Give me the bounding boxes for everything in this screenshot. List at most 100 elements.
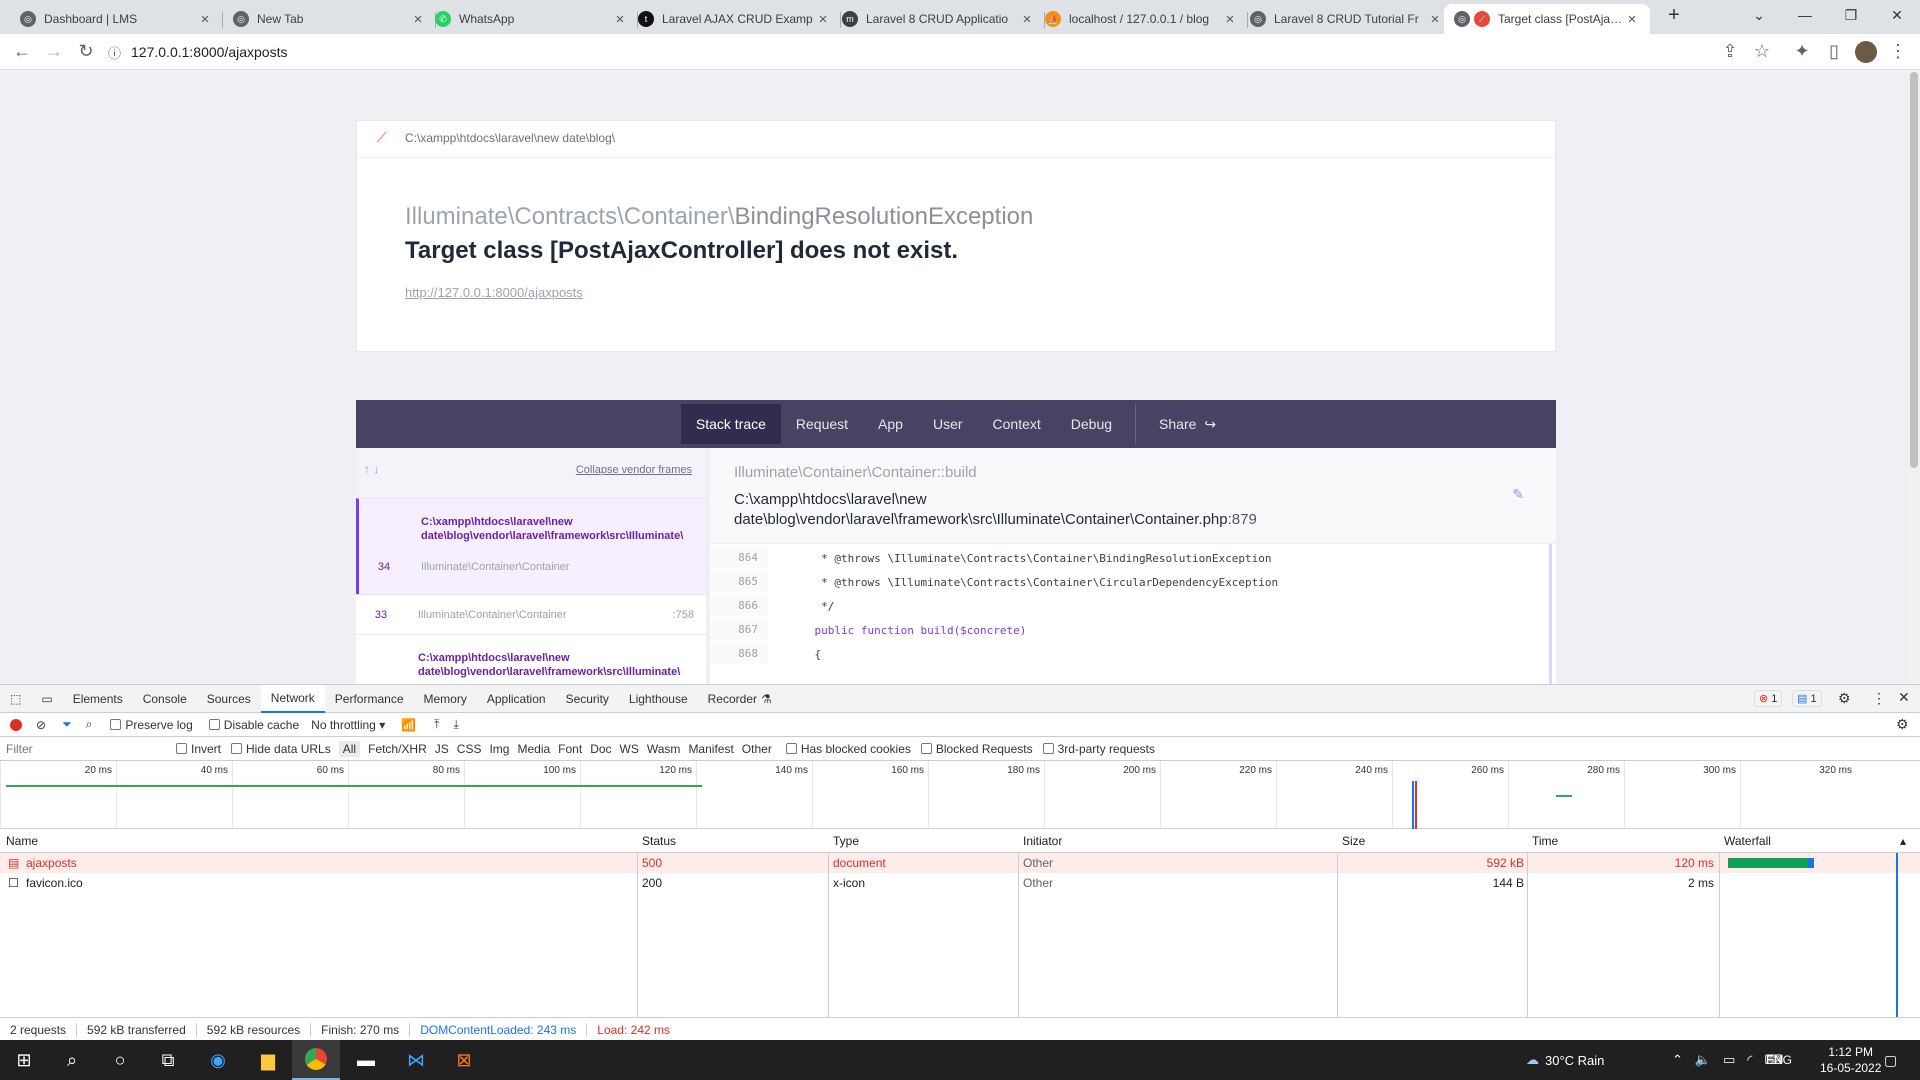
profile-avatar[interactable]: [1850, 36, 1882, 68]
message-count-badge[interactable]: ▤ 1: [1792, 690, 1822, 707]
stack-frame[interactable]: C:\xampp\htdocs\laravel\new date\blog\ve…: [356, 634, 706, 684]
file-explorer-icon[interactable]: ▆: [244, 1040, 292, 1080]
tab-laravel-8-crud-application[interactable]: m Laravel 8 CRUD Applicatio ×: [832, 4, 1045, 34]
type-filter-ws[interactable]: WS: [620, 742, 639, 756]
type-filter-manifest[interactable]: Manifest: [688, 742, 733, 756]
tab-debug[interactable]: Debug: [1056, 404, 1127, 444]
devtools-close-icon[interactable]: ✕: [1898, 689, 1910, 706]
address-bar[interactable]: ⓘ 127.0.0.1:8000/ajaxposts: [108, 37, 1768, 67]
tab-network[interactable]: Network: [260, 684, 325, 713]
edge-icon[interactable]: ◉: [194, 1040, 242, 1080]
type-filter-wasm[interactable]: Wasm: [647, 742, 681, 756]
column-header-waterfall[interactable]: Waterfall: [1724, 831, 1771, 851]
tab-context[interactable]: Context: [978, 404, 1056, 444]
type-filter-font[interactable]: Font: [558, 742, 582, 756]
device-toolbar-icon[interactable]: ▭: [31, 685, 62, 713]
back-icon[interactable]: ←: [6, 36, 38, 68]
clock[interactable]: 1:12 PM 16-05-2022: [1820, 1040, 1881, 1080]
throttling-select[interactable]: No throttling ▾: [311, 718, 385, 732]
column-header-time[interactable]: Time: [1532, 831, 1558, 851]
network-settings-icon[interactable]: ⚙: [1896, 716, 1909, 733]
column-header-initiator[interactable]: Initiator: [1023, 831, 1062, 851]
has-blocked-cookies-checkbox[interactable]: [785, 743, 797, 754]
restore-button[interactable]: ❐: [1828, 0, 1874, 30]
frame-nav-arrows-icon[interactable]: ↑ ↓: [364, 462, 379, 476]
record-icon[interactable]: [10, 718, 22, 731]
tab-request[interactable]: Request: [781, 404, 863, 444]
type-filter-media[interactable]: Media: [517, 742, 550, 756]
close-tab-icon[interactable]: ×: [815, 11, 831, 28]
blocked-requests-checkbox[interactable]: [920, 743, 932, 754]
tab-memory[interactable]: Memory: [414, 685, 477, 713]
tab-sources[interactable]: Sources: [197, 685, 261, 713]
volume-icon[interactable]: 🔈: [1695, 1052, 1711, 1068]
network-conditions-icon[interactable]: 📶: [401, 718, 416, 732]
request-name[interactable]: ajaxposts: [26, 853, 77, 873]
close-tab-icon[interactable]: ×: [612, 11, 628, 28]
side-panel-icon[interactable]: ▯: [1818, 36, 1850, 68]
inspect-element-icon[interactable]: ⬚: [0, 685, 31, 713]
import-har-icon[interactable]: ⤒: [434, 717, 439, 732]
tab-security[interactable]: Security: [556, 685, 619, 713]
tab-lighthouse[interactable]: Lighthouse: [619, 685, 698, 713]
tab-recorder[interactable]: Recorder ⚗: [698, 685, 782, 713]
third-party-requests-checkbox[interactable]: [1042, 743, 1054, 754]
type-filter-doc[interactable]: Doc: [590, 742, 611, 756]
notifications-icon[interactable]: ▢: [1884, 1040, 1897, 1080]
battery-icon[interactable]: ▭: [1723, 1052, 1735, 1068]
disable-cache-checkbox[interactable]: [208, 719, 220, 730]
tab-search-icon[interactable]: ⌄: [1736, 0, 1782, 30]
close-tab-icon[interactable]: ×: [1427, 11, 1443, 28]
type-filter-js[interactable]: JS: [435, 742, 449, 756]
preserve-log-checkbox[interactable]: [110, 719, 122, 730]
request-url-link[interactable]: http://127.0.0.1:8000/ajaxposts: [405, 285, 583, 300]
devtools-menu-icon[interactable]: ⋮: [1872, 690, 1886, 707]
close-tab-icon[interactable]: ×: [410, 11, 426, 28]
page-scrollbar[interactable]: [1908, 70, 1920, 684]
devtools-settings-icon[interactable]: ⚙: [1838, 690, 1851, 707]
extensions-icon[interactable]: ✦: [1786, 36, 1818, 68]
tab-elements[interactable]: Elements: [63, 685, 133, 713]
tab-phpmyadmin[interactable]: ⛵ localhost / 127.0.0.1 / blog ×: [1035, 4, 1248, 34]
share-button[interactable]: Share ↪: [1144, 404, 1231, 444]
close-tab-icon[interactable]: ×: [1019, 11, 1035, 28]
column-header-name[interactable]: Name: [6, 831, 38, 851]
task-view-icon[interactable]: ⧉: [144, 1040, 192, 1080]
filter-icon[interactable]: ⏷: [62, 717, 72, 732]
type-filter-other[interactable]: Other: [742, 742, 772, 756]
close-tab-icon[interactable]: ×: [1624, 11, 1640, 28]
forward-icon[interactable]: →: [38, 36, 70, 68]
vscode-icon[interactable]: ⋈: [392, 1040, 440, 1080]
tab-laravel-8-crud-tutorial[interactable]: ◎ Laravel 8 CRUD Tutorial Fr ×: [1240, 4, 1453, 34]
tab-app[interactable]: App: [863, 404, 918, 444]
search-icon[interactable]: ⌕: [86, 717, 93, 732]
filter-input[interactable]: [6, 741, 166, 756]
tab-new-tab[interactable]: ◎ New Tab ×: [223, 4, 436, 34]
tab-performance[interactable]: Performance: [325, 685, 414, 713]
type-filter-fetch-xhr[interactable]: Fetch/XHR: [368, 742, 427, 756]
minimize-button[interactable]: —: [1782, 0, 1828, 30]
chrome-icon[interactable]: [292, 1040, 340, 1080]
wifi-icon[interactable]: ◜: [1747, 1052, 1752, 1068]
close-tab-icon[interactable]: ×: [197, 11, 213, 28]
clear-icon[interactable]: ⊘: [36, 718, 46, 732]
tab-user[interactable]: User: [918, 404, 978, 444]
error-count-badge[interactable]: ⊗ 1: [1754, 690, 1783, 707]
tray-chevron-icon[interactable]: ⌃: [1672, 1052, 1683, 1068]
url-text[interactable]: 127.0.0.1:8000/ajaxposts: [131, 44, 287, 60]
edit-pencil-icon[interactable]: ✎: [1512, 486, 1524, 503]
terminal-icon[interactable]: ▬: [342, 1040, 390, 1080]
stack-frame-selected[interactable]: C:\xampp\htdocs\laravel\new date\blog\ve…: [356, 498, 706, 594]
tab-dashboard-lms[interactable]: ◎ Dashboard | LMS ×: [10, 4, 223, 34]
reload-icon[interactable]: ↻: [70, 36, 102, 68]
tab-console[interactable]: Console: [133, 685, 197, 713]
language-indicator[interactable]: ENG: [1766, 1040, 1792, 1080]
page-scrollbar-thumb[interactable]: [1910, 72, 1918, 468]
hide-data-urls-checkbox[interactable]: [231, 743, 243, 754]
tab-target-class-active[interactable]: ◎ ⟋ Target class [PostAjaxC ×: [1444, 4, 1650, 34]
xampp-icon[interactable]: ⊠: [440, 1040, 488, 1080]
close-window-button[interactable]: ✕: [1874, 0, 1920, 30]
new-tab-button[interactable]: +: [1650, 0, 1698, 30]
tab-whatsapp[interactable]: ✆ WhatsApp ×: [425, 4, 638, 34]
column-header-status[interactable]: Status: [642, 831, 676, 851]
